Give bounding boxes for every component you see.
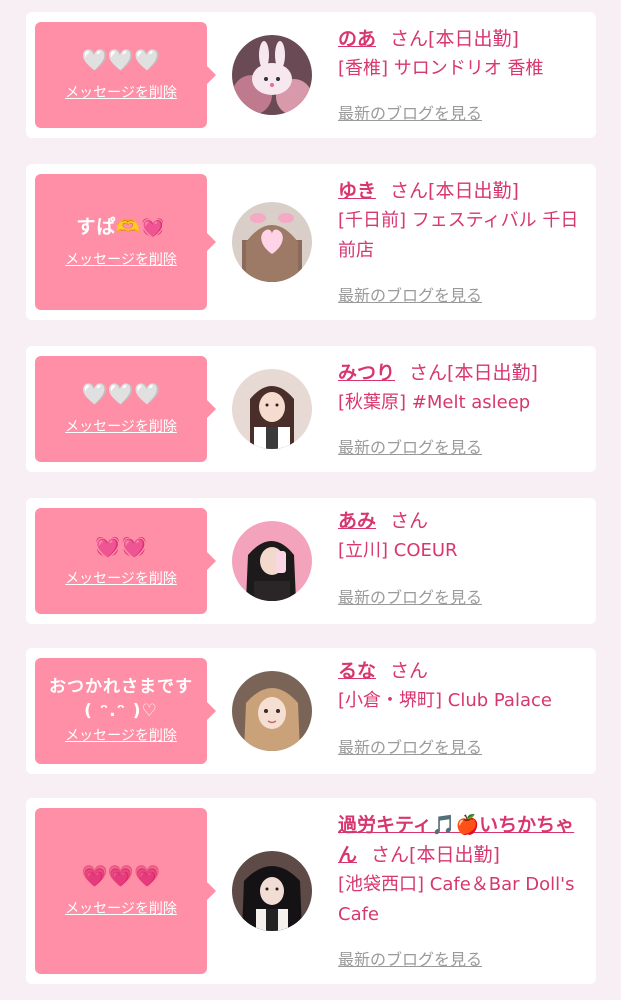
avatar-heart-face-photo-icon (232, 202, 312, 282)
girl-name-link[interactable]: あみ (338, 510, 376, 532)
delete-message-link[interactable]: メッセージを削除 (65, 898, 177, 920)
status-badge: [本日出勤] (447, 362, 538, 384)
girl-info: のあ さん[本日出勤] [香椎] サロンドリオ 香椎 (338, 24, 588, 84)
status-badge: [本日出勤] (409, 844, 500, 866)
avatar-blonde-photo-icon (232, 671, 312, 751)
honorific: さん (371, 844, 410, 866)
message-text: おつかれさまです ( ᵔ.ᵔ )♡ (49, 677, 193, 721)
message-list: 🤍🤍🤍 メッセージを削除 のあさん[本日出勤] [香椎] サロンドリオ 香椎 (0, 0, 621, 1000)
latest-blog-link[interactable]: 最新のブログを見る (338, 737, 482, 759)
message-text: 🤍🤍🤍 (81, 48, 161, 72)
honorific: さん (390, 660, 429, 682)
message-bubble: 🤍🤍🤍 メッセージを削除 (35, 22, 216, 128)
girl-info: るな さん [小倉・堺町] Club Palace (338, 656, 588, 716)
honorific: さん (390, 180, 429, 202)
latest-blog-link[interactable]: 最新のブログを見る (338, 437, 482, 459)
message-card: 💓💓 メッセージを削除 あみ さん [立川] COEUR 最新のブログを見る (26, 498, 596, 624)
avatar-dark-hair-photo-icon (232, 851, 312, 931)
message-text: 💓💓 (94, 534, 148, 558)
shop-name: [千日前] フェスティバル 千日前店 (338, 210, 579, 261)
avatar-pink-photo-icon (232, 521, 312, 601)
status-badge: [本日出勤] (428, 28, 519, 50)
girl-name-link[interactable]: るな (338, 660, 376, 682)
latest-blog-link[interactable]: 最新のブログを見る (338, 949, 482, 971)
message-bubble: 💗💗💗 メッセージを削除 (35, 808, 216, 974)
girl-info: みつり さん[本日出勤] [秋葉原] #Melt asleep (338, 358, 588, 418)
message-bubble: 💓💓 メッセージを削除 (35, 508, 216, 614)
girl-name-link[interactable]: みつり (338, 362, 395, 384)
delete-message-link[interactable]: メッセージを削除 (65, 568, 177, 590)
message-card: おつかれさまです ( ᵔ.ᵔ )♡ メッセージを削除 るな さん [小倉・堺町] … (26, 648, 596, 774)
shop-name: [小倉・堺町] Club Palace (338, 690, 552, 711)
shop-name: [秋葉原] #Melt asleep (338, 392, 531, 413)
girl-info: 過労キティ🎵🍎いちかちゃん さん[本日出勤] [池袋西口] Cafe＆Bar Do… (338, 810, 588, 930)
honorific: さん (390, 510, 429, 532)
avatar[interactable] (232, 851, 312, 931)
girl-info: ゆき さん[本日出勤] [千日前] フェスティバル 千日前店 (338, 176, 588, 266)
avatar[interactable] (232, 369, 312, 449)
delete-message-link[interactable]: メッセージを削除 (65, 416, 177, 438)
girl-name-link[interactable]: ゆき (338, 180, 376, 202)
shop-name: [立川] COEUR (338, 540, 458, 561)
honorific: さん (409, 362, 448, 384)
message-text: 🤍🤍🤍 (81, 382, 161, 406)
message-text: 💗💗💗 (81, 864, 161, 888)
avatar[interactable] (232, 671, 312, 751)
delete-message-link[interactable]: メッセージを削除 (65, 725, 177, 747)
delete-message-link[interactable]: メッセージを削除 (65, 82, 177, 104)
honorific: さん (390, 28, 429, 50)
status-badge: [本日出勤] (428, 180, 519, 202)
avatar[interactable] (232, 202, 312, 282)
shop-name: [池袋西口] Cafe＆Bar Doll's Cafe (338, 874, 575, 925)
message-card: 🤍🤍🤍 メッセージを削除 のあさん[本日出勤] [香椎] サロンドリオ 香椎 (26, 12, 596, 138)
latest-blog-link[interactable]: 最新のブログを見る (338, 587, 482, 609)
message-bubble: すぱ🫶💓 メッセージを削除 (35, 174, 216, 310)
message-bubble: おつかれさまです ( ᵔ.ᵔ )♡ メッセージを削除 (35, 658, 216, 764)
message-card: すぱ🫶💓 メッセージを削除 ゆき さん[本日出勤] [千日前] フェスティバル 千… (26, 164, 596, 320)
delete-message-link[interactable]: メッセージを削除 (65, 249, 177, 271)
latest-blog-link[interactable]: 最新のブログを見る (338, 285, 482, 307)
avatar-bunny-photo-icon (232, 35, 312, 115)
avatar[interactable] (232, 521, 312, 601)
message-text: すぱ🫶💓 (76, 216, 166, 238)
message-card: 💗💗💗 メッセージを削除 過労キティ🎵🍎いちかちゃん さん[本日出勤] [池袋西口… (26, 798, 596, 984)
shop-name: [香椎] サロンドリオ 香椎 (338, 58, 544, 79)
avatar[interactable] (232, 35, 312, 115)
avatar-maid-photo-icon (232, 369, 312, 449)
girl-name-link[interactable]: のあ (338, 28, 376, 50)
latest-blog-link[interactable]: 最新のブログを見る (338, 103, 482, 125)
message-bubble: 🤍🤍🤍 メッセージを削除 (35, 356, 216, 462)
message-card: 🤍🤍🤍 メッセージを削除 みつり さん[本日出勤] [秋葉原] #Melt asl… (26, 346, 596, 472)
girl-info: あみ さん [立川] COEUR (338, 506, 588, 566)
